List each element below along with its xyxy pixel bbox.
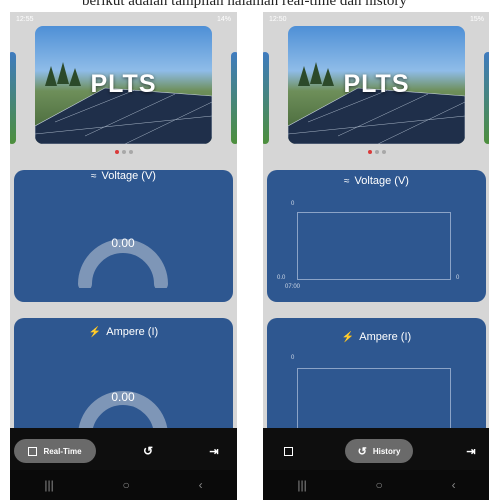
recent-apps-icon[interactable]: ||| bbox=[44, 478, 53, 492]
status-bar: 12:50 15% bbox=[263, 12, 489, 26]
voltage-title-label: Voltage (V) bbox=[101, 170, 156, 182]
voltage-icon: ≈ bbox=[344, 176, 350, 187]
history-tab[interactable]: ↺ History bbox=[345, 439, 413, 463]
carousel-next-slide[interactable] bbox=[231, 52, 237, 144]
carousel-indicator bbox=[263, 150, 489, 154]
status-time: 12:50 bbox=[269, 15, 287, 23]
system-navigation-bar: ||| ○ ‹ bbox=[263, 470, 489, 500]
voltage-history-card: ≈ Voltage (V) 0 0.0 07:00 0 bbox=[267, 170, 486, 302]
voltage-x-tick-label: 07:00 bbox=[285, 284, 301, 290]
carousel-dot[interactable] bbox=[374, 150, 379, 154]
voltage-history-chart[interactable] bbox=[297, 212, 451, 280]
history-tab-label: History bbox=[372, 446, 401, 456]
voltage-y-top-label: 0 bbox=[291, 201, 295, 207]
ampere-title-label: Ampere (I) bbox=[106, 326, 159, 338]
chart-icon bbox=[28, 446, 38, 456]
back-icon[interactable]: ‹ bbox=[452, 478, 456, 492]
document-caption: berikut adalah tampilan halaman real-tim… bbox=[82, 0, 407, 9]
voltage-gauge: 0.00 bbox=[73, 228, 173, 291]
ampere-title-label: Ampere (I) bbox=[359, 331, 412, 343]
realtime-tab-label: Real-Time bbox=[43, 446, 82, 456]
carousel-prev-slide[interactable] bbox=[263, 52, 269, 144]
carousel-dot-active[interactable] bbox=[367, 150, 372, 154]
status-bar: 12:55 14% bbox=[10, 12, 237, 26]
history-tab[interactable]: ↺ bbox=[138, 439, 158, 463]
history-icon: ↺ bbox=[142, 444, 154, 458]
ampere-value: 0.00 bbox=[111, 390, 135, 404]
home-icon[interactable]: ○ bbox=[123, 478, 130, 492]
logout-button[interactable]: ⇥ bbox=[461, 439, 481, 463]
bolt-icon: ⚡ bbox=[88, 327, 102, 338]
home-icon[interactable]: ○ bbox=[376, 478, 383, 492]
voltage-card: ≈ Voltage (V) 0.00 bbox=[14, 170, 233, 302]
back-icon[interactable]: ‹ bbox=[199, 478, 203, 492]
status-battery: 14% bbox=[216, 15, 231, 23]
carousel-dot[interactable] bbox=[381, 150, 386, 154]
carousel-dot[interactable] bbox=[121, 150, 126, 154]
carousel-indicator bbox=[10, 150, 237, 154]
voltage-icon: ≈ bbox=[91, 171, 97, 182]
chart-icon bbox=[283, 446, 293, 456]
plts-banner[interactable]: PLTS bbox=[35, 26, 212, 144]
status-time: 12:55 bbox=[16, 15, 34, 23]
bolt-icon: ⚡ bbox=[341, 332, 355, 343]
history-screen: 12:50 15% PLTS ≈ Voltage (V) 0 0.0 07:00… bbox=[263, 12, 489, 500]
carousel-dot-active[interactable] bbox=[114, 150, 119, 154]
voltage-card-title: ≈ Voltage (V) bbox=[267, 175, 486, 187]
voltage-title-label: Voltage (V) bbox=[354, 175, 409, 187]
ampere-y-top-label: 0 bbox=[291, 355, 295, 361]
voltage-value: 0.00 bbox=[111, 236, 135, 250]
bottom-navigation: Real-Time ↺ ⇥ bbox=[10, 428, 237, 470]
carousel-dot[interactable] bbox=[128, 150, 133, 154]
system-navigation-bar: ||| ○ ‹ bbox=[10, 470, 237, 500]
carousel-next-slide[interactable] bbox=[484, 52, 489, 144]
carousel-prev-slide[interactable] bbox=[10, 52, 16, 144]
logout-icon: ⇥ bbox=[466, 445, 476, 458]
bottom-navigation: ↺ History ⇥ bbox=[263, 428, 489, 470]
recent-apps-icon[interactable]: ||| bbox=[297, 478, 306, 492]
plts-banner[interactable]: PLTS bbox=[288, 26, 465, 144]
status-battery: 15% bbox=[469, 15, 484, 23]
ampere-card-title: ⚡ Ampere (I) bbox=[267, 331, 486, 343]
ampere-card-title: ⚡ Ampere (I) bbox=[14, 326, 233, 338]
logout-button[interactable]: ⇥ bbox=[204, 439, 224, 463]
voltage-right-value: 0 bbox=[456, 275, 460, 281]
history-icon: ↺ bbox=[357, 445, 367, 458]
banner-title: PLTS bbox=[343, 70, 410, 98]
banner-title: PLTS bbox=[90, 70, 157, 98]
realtime-screen: 12:55 14% PLTS ≈ Voltage (V) 0.00 ⚡ Ampe… bbox=[10, 12, 237, 500]
banner-carousel[interactable]: PLTS bbox=[263, 26, 489, 158]
logout-icon: ⇥ bbox=[209, 445, 219, 458]
banner-carousel[interactable]: PLTS bbox=[10, 26, 237, 158]
voltage-card-title: ≈ Voltage (V) bbox=[14, 170, 233, 182]
realtime-tab[interactable]: Real-Time bbox=[14, 439, 96, 463]
voltage-y-bottom-label: 0.0 bbox=[277, 275, 286, 281]
realtime-tab[interactable] bbox=[278, 439, 298, 463]
